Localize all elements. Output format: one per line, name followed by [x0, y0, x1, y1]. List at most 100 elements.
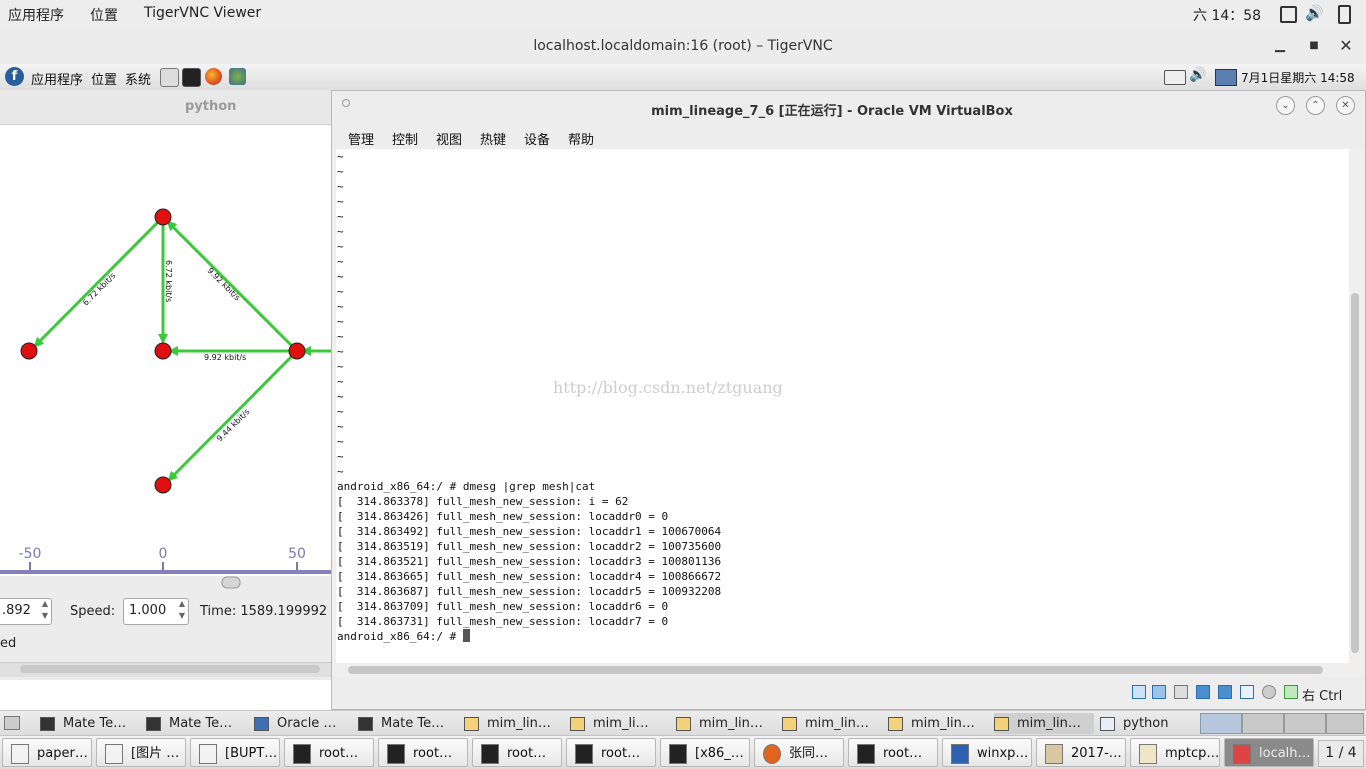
floppy-icon[interactable]: [1174, 685, 1188, 699]
capture-icon[interactable]: [1262, 685, 1276, 699]
menu-manage[interactable]: 管理: [348, 129, 374, 148]
workspace-1[interactable]: [1200, 713, 1242, 734]
speed-spinbox[interactable]: 1.000 ▲ ▼: [123, 598, 189, 625]
node-center[interactable]: [154, 342, 172, 360]
menu-view[interactable]: 视图: [436, 129, 462, 148]
remote-task-button[interactable]: mim_li…: [570, 713, 670, 734]
vm-hscroll-thumb[interactable]: [348, 666, 1323, 674]
workspace-2[interactable]: [1242, 713, 1284, 734]
menu-hotkey[interactable]: 热键: [480, 129, 506, 148]
remote-task-button[interactable]: python: [1100, 713, 1195, 734]
node-bottom[interactable]: [154, 476, 172, 494]
host-places-menu[interactable]: 位置: [90, 5, 118, 25]
mouse-integration-icon[interactable]: [1284, 685, 1298, 699]
close-icon[interactable]: ✕: [1336, 96, 1355, 115]
menu-help[interactable]: 帮助: [568, 129, 594, 148]
time-spinbox-value[interactable]: .892: [2, 603, 31, 618]
python-hscroll-thumb[interactable]: [20, 665, 320, 673]
host-clock[interactable]: 六 14：58: [1193, 5, 1261, 25]
host-task-button[interactable]: 张同…: [754, 738, 844, 767]
screen-icon[interactable]: [1280, 6, 1297, 23]
speed-spinbox-value[interactable]: 1.000: [129, 603, 166, 618]
remote-system-menu[interactable]: 系统: [125, 69, 151, 88]
workspace-4[interactable]: [1326, 713, 1364, 734]
remote-task-button[interactable]: mim_lin…: [464, 713, 564, 734]
remote-task-button[interactable]: mim_lin…: [782, 713, 882, 734]
host-task-button[interactable]: winxp…: [942, 738, 1032, 767]
optical-drive-icon[interactable]: [1152, 685, 1166, 699]
vm-horizontal-scrollbar[interactable]: [336, 663, 1349, 677]
remote-task-button[interactable]: Oracle …: [254, 713, 352, 734]
remote-applications-menu[interactable]: 应用程序: [31, 69, 83, 88]
host-task-button[interactable]: paper…: [2, 738, 92, 767]
shared-folder-icon[interactable]: [1218, 685, 1232, 699]
remote-task-button[interactable]: mim_lin…: [994, 713, 1094, 734]
python-hscrollbar[interactable]: [0, 662, 332, 677]
active-app-name[interactable]: TigerVNC Viewer: [144, 5, 261, 21]
network-tool-icon[interactable]: [229, 68, 246, 85]
vm-vertical-scrollbar[interactable]: [1349, 149, 1361, 663]
host-applications-menu[interactable]: 应用程序: [8, 5, 64, 25]
host-task-button[interactable]: root…: [472, 738, 562, 767]
topology-canvas[interactable]: 6.72 kbit/s 6.72 kbit/s 9.92 kbit/s 9.92…: [0, 124, 332, 590]
window-icon: [1100, 716, 1115, 731]
workspace-indicator[interactable]: 1 / 4: [1318, 740, 1364, 767]
battery-icon[interactable]: [1338, 5, 1351, 24]
maximize-icon[interactable]: ⌃: [1306, 96, 1325, 115]
host-task-button[interactable]: root…: [284, 738, 374, 767]
remote-task-label: Oracle …: [277, 716, 337, 731]
remote-task-button[interactable]: mim_lin…: [676, 713, 776, 734]
time-spinbox[interactable]: .892 ▲ ▼: [0, 598, 52, 625]
maximize-icon[interactable]: ■: [1304, 36, 1324, 56]
firefox-icon[interactable]: [205, 68, 222, 85]
close-icon[interactable]: ✕: [1336, 36, 1356, 56]
host-task-button[interactable]: mptcp…: [1130, 738, 1220, 767]
volume-icon[interactable]: 🔊: [1305, 4, 1324, 22]
host-task-button[interactable]: [x86_…: [660, 738, 750, 767]
network-icon[interactable]: [1215, 69, 1237, 86]
host-task-button[interactable]: root…: [848, 738, 938, 767]
host-task-button[interactable]: 2017-…: [1036, 738, 1126, 767]
minimize-icon[interactable]: ▁: [1270, 36, 1290, 56]
node-left[interactable]: [20, 342, 38, 360]
host-task-button[interactable]: root…: [566, 738, 656, 767]
menu-control[interactable]: 控制: [392, 129, 418, 148]
spin-up-icon[interactable]: ▲: [42, 599, 48, 608]
time-slider-track[interactable]: [0, 576, 332, 590]
vm-vscroll-thumb[interactable]: [1351, 293, 1359, 653]
spin-down-icon[interactable]: ▼: [179, 611, 185, 620]
host-task-button[interactable]: [BUPT…: [190, 738, 280, 767]
remote-volume-icon[interactable]: 🔊: [1189, 67, 1206, 83]
remote-datetime[interactable]: 7月1日星期六 14:58: [1241, 69, 1355, 86]
vm-display[interactable]: ~ ~ ~ ~ ~ ~ ~ ~ ~ ~ ~ ~ ~ ~ ~ ~ ~ ~ ~ ~ …: [336, 149, 1349, 663]
keyboard-icon[interactable]: [1164, 70, 1186, 85]
workspace-3[interactable]: [1284, 713, 1326, 734]
time-slider-handle[interactable]: [221, 576, 241, 589]
host-task-button[interactable]: [图片 …: [96, 738, 186, 767]
network-adapter-icon[interactable]: [1196, 685, 1210, 699]
remote-task-button[interactable]: Mate Te…: [358, 713, 458, 734]
node-top[interactable]: [154, 208, 172, 226]
remote-task-button[interactable]: Mate Te…: [40, 713, 140, 734]
hdd-icon[interactable]: [1132, 685, 1146, 699]
host-task-label: [图片 …: [131, 746, 180, 761]
host-task-button[interactable]: root…: [378, 738, 468, 767]
spin-up-icon[interactable]: ▲: [179, 599, 185, 608]
menu-devices[interactable]: 设备: [524, 129, 550, 148]
remote-task-label: Mate Te…: [381, 716, 445, 731]
virtualbox-window: mim_lineage_7_6 [正在运行] - Oracle VM Virtu…: [331, 90, 1366, 710]
remote-places-menu[interactable]: 位置: [91, 69, 117, 88]
host-task-label: root…: [601, 746, 641, 761]
remote-task-button[interactable]: mim_lin…: [888, 713, 988, 734]
fedora-logo-icon[interactable]: f: [5, 67, 24, 86]
node-right[interactable]: [288, 342, 306, 360]
remote-task-label: mim_lin…: [699, 716, 763, 731]
usb-icon[interactable]: [1240, 685, 1254, 699]
minimize-icon[interactable]: ⌄: [1276, 96, 1295, 115]
show-desktop-icon[interactable]: [4, 716, 20, 730]
text-editor-icon[interactable]: [160, 68, 179, 87]
terminal-icon[interactable]: [182, 68, 201, 87]
spin-down-icon[interactable]: ▼: [42, 611, 48, 620]
host-task-button[interactable]: localh…: [1224, 738, 1314, 767]
remote-task-button[interactable]: Mate Te…: [146, 713, 246, 734]
